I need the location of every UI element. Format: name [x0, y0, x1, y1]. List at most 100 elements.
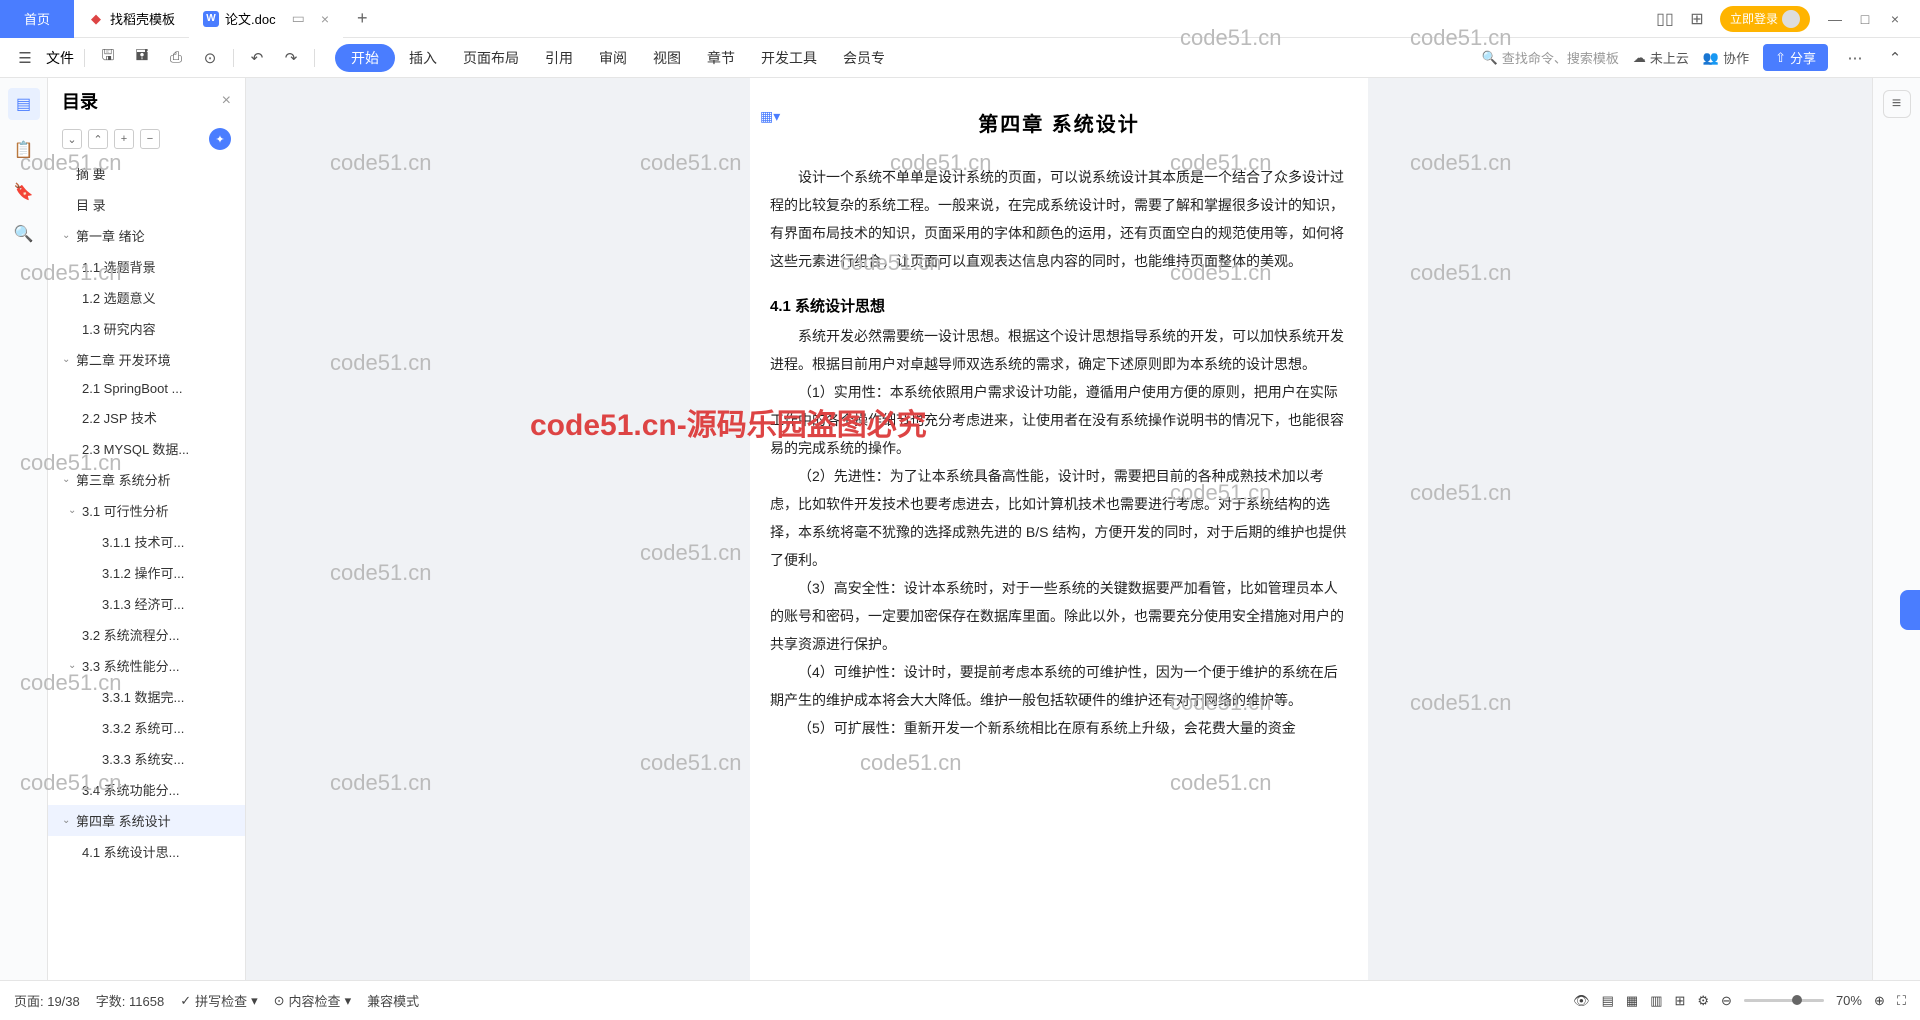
zoom-thumb[interactable] — [1792, 995, 1802, 1005]
outline-item[interactable]: 1.1 选题背景 — [48, 251, 245, 282]
layout-icon[interactable]: ▯▯ — [1656, 10, 1674, 28]
menu-review[interactable]: 审阅 — [587, 44, 639, 72]
outline-item[interactable]: ⌄3.1 可行性分析 — [48, 495, 245, 526]
dual-view-icon[interactable]: ▭ — [292, 10, 305, 27]
outline-item[interactable]: ⌄第二章 开发环境 — [48, 344, 245, 375]
add-icon[interactable]: + — [114, 129, 134, 149]
zoom-in[interactable]: ⊕ — [1874, 993, 1885, 1009]
chevron-down-icon[interactable]: ⌄ — [68, 505, 82, 516]
clipboard-icon[interactable]: 📋 — [12, 138, 36, 162]
view-mode-3[interactable]: ▥ — [1650, 993, 1662, 1009]
redo-icon[interactable]: ↷ — [278, 45, 304, 71]
outline-item[interactable]: 3.3.2 系统可... — [48, 712, 245, 743]
zoom-out[interactable]: ⊖ — [1721, 993, 1732, 1009]
expand-all-icon[interactable]: ⌃ — [88, 129, 108, 149]
outline-item[interactable]: 1.2 选题意义 — [48, 282, 245, 313]
outline-item-label: 第四章 系统设计 — [76, 811, 171, 830]
chevron-up-icon[interactable]: ⌃ — [1882, 45, 1908, 71]
more-icon[interactable]: ⋯ — [1842, 45, 1868, 71]
print-icon[interactable]: ⎙ — [163, 45, 189, 71]
menu-view[interactable]: 视图 — [641, 44, 693, 72]
outline-item[interactable]: 2.1 SpringBoot ... — [48, 375, 245, 402]
zoom-value[interactable]: 70% — [1836, 993, 1862, 1008]
outline-item[interactable]: ⌄第一章 绪论 — [48, 220, 245, 251]
outline-item[interactable]: 摘 要 — [48, 158, 245, 189]
zoom-slider[interactable] — [1744, 999, 1824, 1002]
content-check[interactable]: ⊙内容检查▾ — [274, 991, 351, 1010]
outline-item[interactable]: 1.3 研究内容 — [48, 313, 245, 344]
collapse-all-icon[interactable]: ⌄ — [62, 129, 82, 149]
close-tab-icon[interactable]: × — [321, 11, 329, 27]
page-number[interactable]: 页面: 19/38 — [14, 991, 80, 1010]
outline-item[interactable]: 3.1.3 经济可... — [48, 588, 245, 619]
menu-chapters[interactable]: 章节 — [695, 44, 747, 72]
outline-icon[interactable]: ▤ — [8, 88, 40, 120]
outline-item[interactable]: 3.4 系统功能分... — [48, 774, 245, 805]
save-icon[interactable]: 🖫 — [95, 45, 121, 71]
view-mode-1[interactable]: ▤ — [1602, 993, 1614, 1009]
undo-icon[interactable]: ↶ — [244, 45, 270, 71]
chevron-down-icon[interactable]: ⌄ — [62, 230, 76, 241]
side-tab[interactable] — [1900, 590, 1920, 630]
maximize-button[interactable]: □ — [1854, 11, 1876, 27]
file-menu[interactable]: 文件 — [46, 48, 74, 68]
outline-item[interactable]: 3.2 系统流程分... — [48, 619, 245, 650]
new-tab-button[interactable]: + — [343, 0, 382, 38]
tab-home[interactable]: 首页 — [0, 0, 74, 38]
preview-icon[interactable]: ⊙ — [197, 45, 223, 71]
outline-item[interactable]: 2.2 JSP 技术 — [48, 402, 245, 433]
fullscreen-icon[interactable]: ⛶ — [1897, 993, 1906, 1009]
menu-devtools[interactable]: 开发工具 — [749, 44, 829, 72]
chevron-down-icon[interactable]: ⌄ — [68, 660, 82, 671]
outline-item-label: 第二章 开发环境 — [76, 350, 171, 369]
word-count[interactable]: 字数: 11658 — [96, 991, 164, 1010]
separator — [314, 49, 315, 67]
login-button[interactable]: 立即登录 — [1720, 6, 1810, 32]
page-marker-icon[interactable]: ▦▾ — [760, 108, 780, 125]
search-panel-icon[interactable]: 🔍 — [12, 222, 36, 246]
menu-icon[interactable]: ☰ — [12, 45, 38, 71]
collab-button[interactable]: 👥协作 — [1703, 48, 1749, 67]
outline-item[interactable]: ⌄3.3 系统性能分... — [48, 650, 245, 681]
outline-item[interactable]: 3.1.2 操作可... — [48, 557, 245, 588]
document-area[interactable]: ▦▾ 第四章 系统设计 设计一个系统不单单是设计系统的页面，可以说系统设计其本质… — [246, 78, 1872, 980]
outline-item[interactable]: 4.1 系统设计思... — [48, 836, 245, 867]
ai-icon[interactable]: ✦ — [209, 128, 231, 150]
remove-icon[interactable]: − — [140, 129, 160, 149]
outline-item[interactable]: 3.3.3 系统安... — [48, 743, 245, 774]
menu-start[interactable]: 开始 — [335, 44, 395, 72]
menu-vip[interactable]: 会员专 — [831, 44, 897, 72]
apps-icon[interactable]: ⊞ — [1688, 10, 1706, 28]
spell-check[interactable]: ✓拼写检查▾ — [180, 991, 257, 1010]
eye-icon[interactable]: 👁 — [1573, 993, 1590, 1009]
bookmark-icon[interactable]: 🔖 — [12, 180, 36, 204]
search-input[interactable]: 🔍 查找命令、搜索模板 — [1482, 48, 1619, 67]
outline-item[interactable]: 3.1.1 技术可... — [48, 526, 245, 557]
panel-toggle-icon[interactable]: ≡ — [1883, 90, 1911, 118]
share-button[interactable]: ⇧分享 — [1763, 44, 1828, 71]
minimize-button[interactable]: — — [1824, 11, 1846, 27]
tab-document[interactable]: W 论文.doc ▭ × — [189, 0, 343, 38]
outline-item[interactable]: 目 录 — [48, 189, 245, 220]
menu-insert[interactable]: 插入 — [397, 44, 449, 72]
outline-item[interactable]: 3.3.1 数据完... — [48, 681, 245, 712]
chevron-down-icon[interactable]: ⌄ — [62, 474, 76, 485]
saveas-icon[interactable]: 🖬 — [129, 45, 155, 71]
outline-item[interactable]: ⌄第三章 系统分析 — [48, 464, 245, 495]
chevron-down-icon[interactable]: ⌄ — [62, 815, 76, 826]
avatar-icon — [1782, 10, 1800, 28]
paragraph: 设计一个系统不单单是设计系统的页面，可以说系统设计其本质是一个结合了众多设计过程… — [750, 163, 1368, 275]
cloud-status[interactable]: ☁未上云 — [1633, 48, 1689, 67]
chevron-down-icon[interactable]: ⌄ — [62, 354, 76, 365]
outline-item[interactable]: ⌄第四章 系统设计 — [48, 805, 245, 836]
settings-icon[interactable]: ⚙ — [1697, 993, 1709, 1009]
close-window-button[interactable]: × — [1884, 11, 1906, 27]
menu-references[interactable]: 引用 — [533, 44, 585, 72]
tab-templates[interactable]: ◆ 找稻壳模板 — [74, 0, 189, 38]
view-mode-2[interactable]: ▦ — [1626, 993, 1638, 1009]
menu-layout[interactable]: 页面布局 — [451, 44, 531, 72]
close-panel-icon[interactable]: × — [222, 92, 231, 110]
view-mode-4[interactable]: ⊞ — [1674, 993, 1685, 1009]
compat-mode[interactable]: 兼容模式 — [367, 991, 419, 1010]
outline-item[interactable]: 2.3 MYSQL 数据... — [48, 433, 245, 464]
